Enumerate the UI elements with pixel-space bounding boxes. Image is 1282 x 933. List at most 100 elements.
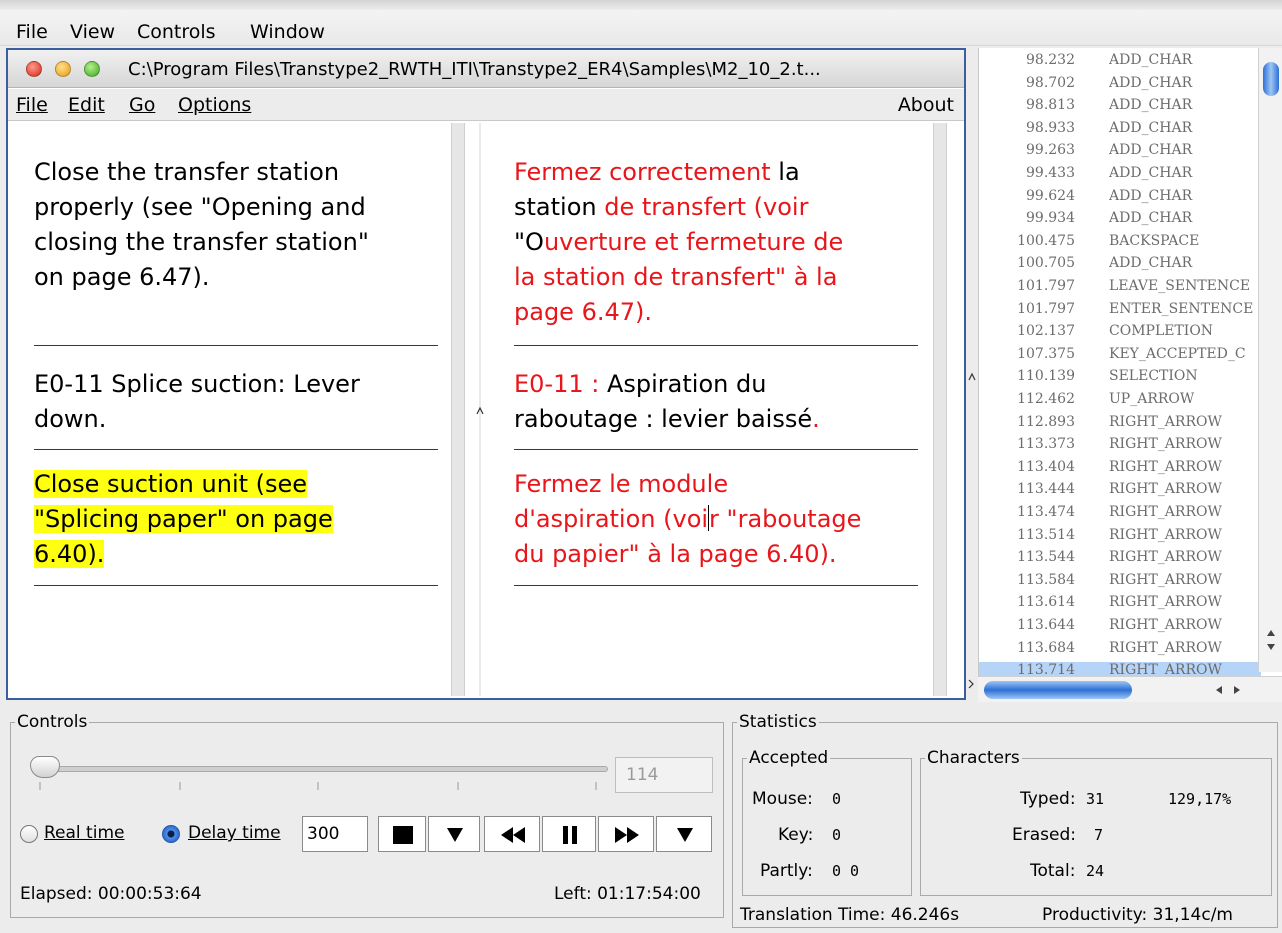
- source-segment-2[interactable]: E0-11 Splice suction: Lever down.: [34, 367, 360, 437]
- minimize-window-button[interactable]: [55, 61, 71, 77]
- vertical-scroll-thumb[interactable]: [1263, 62, 1279, 96]
- window-menu-options[interactable]: Options: [178, 94, 251, 116]
- log-row[interactable]: 99.624 ADD_CHAR: [979, 188, 1261, 211]
- segment-separator: [34, 345, 438, 346]
- partly-count: 0 0: [832, 862, 860, 880]
- playback-slider-thumb[interactable]: [30, 756, 60, 778]
- source-segment-1[interactable]: Close the transfer station properly (see…: [34, 155, 369, 295]
- target-segment-3-current[interactable]: Fermez le module d'aspiration (voir "rabo…: [514, 467, 861, 572]
- scroll-arrows-horizontal-icon[interactable]: [1208, 677, 1248, 703]
- log-row[interactable]: 113.614 RIGHT_ARROW: [979, 594, 1261, 617]
- log-timestamp: 110.139: [1017, 368, 1075, 385]
- event-log-list[interactable]: 98.232 ADD_CHAR 98.702 ADD_CHAR 98.813 ADD_CH…: [978, 48, 1282, 702]
- menu-view[interactable]: View: [70, 21, 115, 43]
- source-line-highlighted: Close suction unit (see: [34, 470, 308, 498]
- target-segment-1[interactable]: Fermez correctement la station de transfe…: [514, 155, 843, 330]
- time-left: Left: 01:17:54:00: [554, 884, 701, 904]
- target-line: page 6.47).: [514, 295, 843, 330]
- log-action: LEAVE_SENTENCE: [1109, 278, 1251, 294]
- log-row[interactable]: 98.813 ADD_CHAR: [979, 97, 1261, 120]
- log-timestamp: 99.263: [1026, 142, 1075, 159]
- log-row[interactable]: 113.684 RIGHT_ARROW: [979, 640, 1261, 663]
- target-segment-2[interactable]: E0-11 : Aspiration du raboutage : levier …: [514, 367, 820, 437]
- log-splitter[interactable]: [966, 48, 978, 702]
- delay-time-label[interactable]: Delay time: [188, 823, 281, 843]
- window-menu-about[interactable]: About: [898, 94, 954, 116]
- window-titlebar[interactable]: C:\Program Files\Transtype2_RWTH_ITI\Tra…: [8, 50, 964, 88]
- target-pane[interactable]: Fermez correctement la station de transfe…: [495, 123, 933, 696]
- log-row[interactable]: 113.644 RIGHT_ARROW: [979, 617, 1261, 640]
- log-row[interactable]: 101.797 ENTER_SENTENCE: [979, 301, 1261, 324]
- pause-button[interactable]: [542, 816, 596, 852]
- log-row[interactable]: 99.263 ADD_CHAR: [979, 142, 1261, 165]
- zoom-window-button[interactable]: [84, 61, 100, 77]
- playback-slider-track[interactable]: [32, 766, 608, 772]
- horizontal-scroll-thumb[interactable]: [984, 681, 1132, 699]
- segment-separator: [34, 585, 438, 586]
- log-row[interactable]: 112.893 RIGHT_ARROW: [979, 414, 1261, 437]
- typed-count: 31: [1086, 790, 1105, 808]
- log-row[interactable]: 98.232 ADD_CHAR: [979, 52, 1261, 75]
- menu-controls[interactable]: Controls: [137, 21, 216, 43]
- stop-button[interactable]: [378, 816, 426, 852]
- event-log-vertical-scrollbar[interactable]: [1258, 48, 1282, 672]
- target-scrollbar[interactable]: [933, 123, 947, 696]
- fast-forward-icon: [615, 827, 639, 843]
- fast-forward-button[interactable]: [598, 816, 654, 852]
- log-row[interactable]: 113.444 RIGHT_ARROW: [979, 481, 1261, 504]
- real-time-radio[interactable]: [20, 825, 38, 843]
- source-pane[interactable]: Close the transfer station properly (see…: [8, 123, 451, 696]
- close-window-button[interactable]: [26, 61, 42, 77]
- source-segment-3-current[interactable]: Close suction unit (see "Splicing paper"…: [34, 467, 333, 572]
- menu-window[interactable]: Window: [250, 21, 325, 43]
- real-time-label[interactable]: Real time: [44, 823, 124, 843]
- delay-input[interactable]: 300: [302, 816, 368, 852]
- log-row[interactable]: 99.934 ADD_CHAR: [979, 210, 1261, 233]
- window-menu-edit[interactable]: Edit: [68, 94, 105, 116]
- partly-label: Partly:: [760, 861, 813, 881]
- log-row[interactable]: 113.514 RIGHT_ARROW: [979, 527, 1261, 550]
- log-timestamp: 113.584: [1017, 571, 1075, 588]
- log-row[interactable]: 98.933 ADD_CHAR: [979, 120, 1261, 143]
- typed-label: Typed:: [1020, 789, 1076, 809]
- log-row[interactable]: 101.797 LEAVE_SENTENCE: [979, 278, 1261, 301]
- target-line: la station de transfert" à la: [514, 260, 843, 295]
- delay-time-radio-selected[interactable]: [162, 825, 180, 843]
- log-timestamp: 113.544: [1017, 549, 1075, 566]
- target-line: station de transfert (voir: [514, 190, 843, 225]
- options-dropdown-button[interactable]: [656, 816, 712, 852]
- scroll-arrows-icon[interactable]: [1259, 626, 1282, 656]
- log-row[interactable]: 100.705 ADD_CHAR: [979, 255, 1261, 278]
- log-row[interactable]: 113.584 RIGHT_ARROW: [979, 572, 1261, 595]
- log-row[interactable]: 99.433 ADD_CHAR: [979, 165, 1261, 188]
- target-text-run: d'aspiration (voi: [514, 505, 709, 533]
- statistics-legend: Statistics: [739, 712, 817, 732]
- rewind-button[interactable]: [484, 816, 540, 852]
- dropdown-button[interactable]: [428, 816, 480, 852]
- log-row[interactable]: 110.139 SELECTION: [979, 368, 1261, 391]
- log-row[interactable]: 113.544 RIGHT_ARROW: [979, 549, 1261, 572]
- mouse-count: 0: [832, 790, 842, 808]
- target-text-run: Fermez correctement: [514, 158, 771, 186]
- log-row[interactable]: 113.404 RIGHT_ARROW: [979, 459, 1261, 482]
- log-action: BACKSPACE: [1109, 232, 1200, 249]
- log-row[interactable]: 113.474 RIGHT_ARROW: [979, 504, 1261, 527]
- log-action: RIGHT_ARROW: [1109, 458, 1222, 475]
- source-scrollbar[interactable]: [451, 123, 465, 696]
- log-row[interactable]: 113.373 RIGHT_ARROW: [979, 436, 1261, 459]
- log-row[interactable]: 98.702 ADD_CHAR: [979, 75, 1261, 98]
- log-row[interactable]: 107.375 KEY_ACCEPTED_C: [979, 346, 1261, 369]
- window-menu-file[interactable]: File: [16, 94, 48, 116]
- translation-time: Translation Time: 46.246s: [740, 905, 960, 925]
- window-menu-go[interactable]: Go: [129, 94, 155, 116]
- app-menubar: File View Controls Window: [0, 0, 1282, 46]
- log-row[interactable]: 112.462 UP_ARROW: [979, 391, 1261, 414]
- log-row[interactable]: 100.475 BACKSPACE: [979, 233, 1261, 256]
- menu-file[interactable]: File: [16, 21, 48, 43]
- pane-divider[interactable]: [465, 123, 495, 696]
- target-text-run: raboutage : levier baissé: [514, 405, 813, 433]
- event-log-horizontal-scrollbar[interactable]: [978, 676, 1282, 702]
- log-row[interactable]: 102.137 COMPLETION: [979, 323, 1261, 346]
- target-text-run: Fermez le module: [514, 470, 729, 498]
- slider-value-field[interactable]: 114: [615, 757, 713, 793]
